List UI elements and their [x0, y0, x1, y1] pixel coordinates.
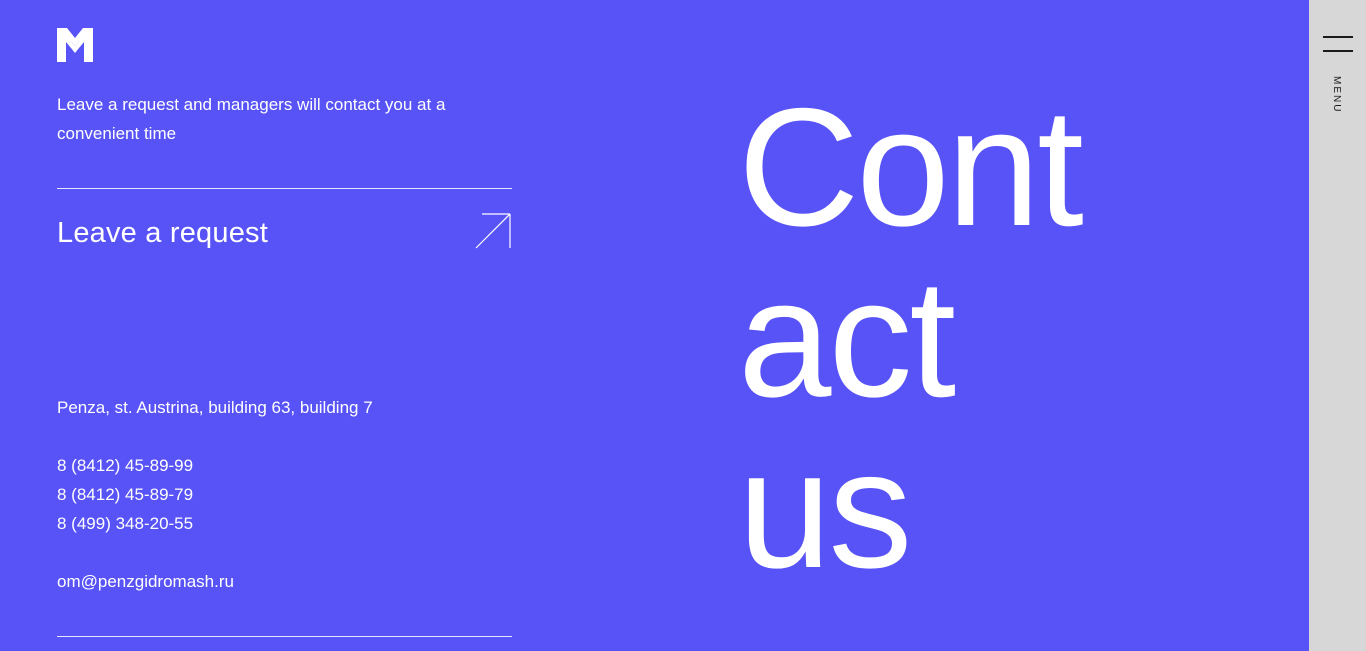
hamburger-icon[interactable] — [1323, 36, 1353, 52]
divider — [57, 188, 512, 189]
phone-link[interactable]: 8 (8412) 45-89-79 — [57, 480, 193, 509]
leave-request-link[interactable]: Leave a request — [57, 205, 512, 265]
phone-list: 8 (8412) 45-89-99 8 (8412) 45-89-79 8 (4… — [57, 451, 193, 538]
hamburger-bar — [1323, 50, 1353, 52]
page-title: Cont act us — [738, 73, 1084, 603]
contact-page: Leave a request and managers will contac… — [0, 0, 1366, 651]
hamburger-bar — [1323, 36, 1353, 38]
address-text: Penza, st. Austrina, building 63, buildi… — [57, 398, 373, 417]
phone-link[interactable]: 8 (8412) 45-89-99 — [57, 451, 193, 480]
divider — [57, 636, 512, 637]
menu-label[interactable]: MENU — [1331, 76, 1342, 113]
email-block: om@penzgidromash.ru — [57, 567, 234, 596]
side-menu-panel: MENU — [1309, 0, 1366, 651]
page-title-line: act — [738, 244, 956, 432]
phone-link[interactable]: 8 (499) 348-20-55 — [57, 509, 193, 538]
email-link[interactable]: om@penzgidromash.ru — [57, 567, 234, 596]
pgm-logo-icon[interactable] — [57, 28, 93, 62]
page-title-line: us — [738, 415, 912, 603]
leave-request-label: Leave a request — [57, 217, 268, 249]
page-title-line: Cont — [738, 73, 1084, 261]
contact-intro-text: Leave a request and managers will contac… — [57, 95, 446, 143]
arrow-up-right-icon — [475, 213, 511, 249]
